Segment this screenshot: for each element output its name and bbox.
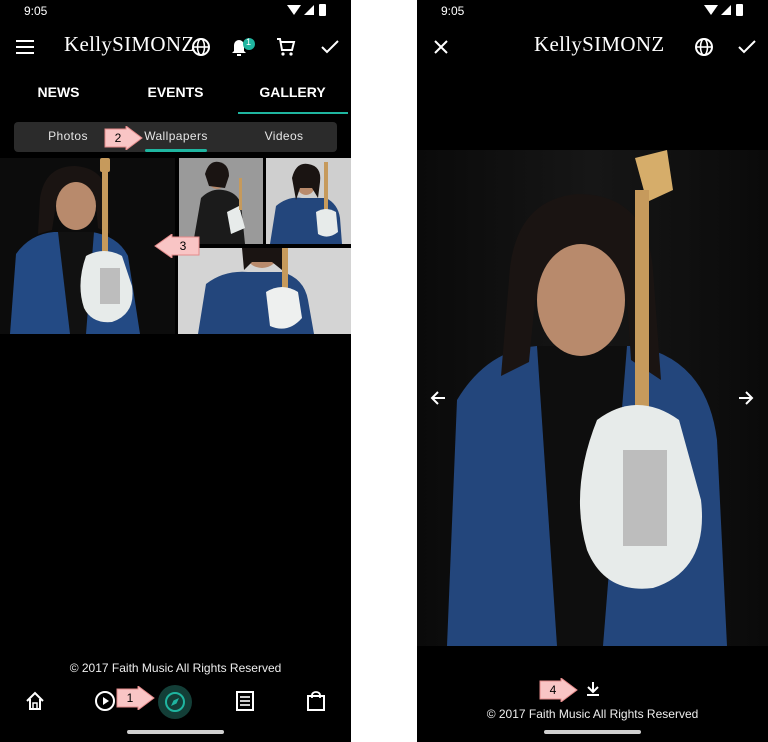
callout-3-number: 3 bbox=[179, 239, 187, 253]
wallpaper-thumbnail-large[interactable] bbox=[0, 158, 175, 334]
compass-icon[interactable] bbox=[158, 685, 192, 719]
callout-3: 3 bbox=[154, 233, 200, 259]
callout-4: 4 bbox=[539, 677, 579, 703]
tab-indicator bbox=[238, 112, 348, 114]
callout-1-number: 1 bbox=[126, 691, 134, 705]
brand-logo[interactable]: KellySIMONZ bbox=[64, 32, 194, 57]
status-time: 9:05 bbox=[24, 4, 48, 18]
main-tabs: NEWS EVENTS GALLERY bbox=[0, 72, 351, 116]
tab-events[interactable]: EVENTS bbox=[117, 84, 234, 100]
check-icon[interactable] bbox=[316, 33, 344, 61]
system-status-icons bbox=[287, 4, 326, 16]
callout-1: 1 bbox=[116, 685, 156, 711]
status-bar: 9:05 bbox=[0, 0, 351, 22]
copyright-text: © 2017 Faith Music All Rights Reserved bbox=[69, 661, 282, 675]
play-circle-icon[interactable] bbox=[91, 687, 119, 715]
viewer-app-bar: KellySIMONZ bbox=[417, 24, 768, 70]
wallpaper-preview-image bbox=[417, 150, 768, 646]
callout-4-number: 4 bbox=[549, 683, 557, 697]
globe-icon[interactable] bbox=[690, 33, 718, 61]
status-time: 9:05 bbox=[441, 4, 465, 18]
notification-bell-icon[interactable]: 1 bbox=[230, 33, 258, 61]
check-icon[interactable] bbox=[733, 33, 761, 61]
home-icon[interactable] bbox=[21, 687, 49, 715]
tab-news[interactable]: NEWS bbox=[0, 84, 117, 100]
app-bar: KellySIMONZ 1 bbox=[0, 24, 351, 70]
previous-arrow-icon[interactable] bbox=[424, 384, 452, 412]
brand-logo[interactable]: KellySIMONZ bbox=[534, 32, 664, 57]
gallery-subtabs: Photos Wallpapers Videos bbox=[14, 122, 337, 152]
home-indicator bbox=[544, 730, 641, 734]
tab-gallery[interactable]: GALLERY bbox=[234, 84, 351, 100]
close-icon[interactable] bbox=[427, 33, 455, 61]
wallpaper-thumbnail-2[interactable] bbox=[179, 158, 263, 244]
download-icon[interactable] bbox=[579, 675, 607, 703]
cart-icon[interactable] bbox=[272, 33, 300, 61]
callout-2: 2 bbox=[104, 125, 144, 151]
copyright-text: © 2017 Faith Music All Rights Reserved bbox=[486, 707, 699, 721]
wallpaper-thumbnail-3[interactable] bbox=[266, 158, 351, 244]
callout-2-number: 2 bbox=[114, 131, 122, 145]
home-indicator bbox=[127, 730, 224, 734]
system-status-icons bbox=[704, 4, 743, 16]
subtab-videos[interactable]: Videos bbox=[230, 129, 338, 143]
subtab-indicator bbox=[145, 149, 207, 152]
gallery-screen: 9:05 KellySIMONZ 1 NEWS EVENTS GALLERY P… bbox=[0, 0, 351, 742]
wallpaper-viewer-screen: 9:05 KellySIMONZ © 2017 Faith Music All … bbox=[417, 0, 768, 742]
shopping-bag-icon[interactable] bbox=[302, 687, 330, 715]
status-bar: 9:05 bbox=[417, 0, 768, 22]
notification-badge: 1 bbox=[246, 37, 252, 47]
globe-icon[interactable] bbox=[187, 33, 215, 61]
bottom-navigation bbox=[0, 682, 351, 722]
list-icon[interactable] bbox=[231, 687, 259, 715]
wallpaper-thumbnail-4[interactable] bbox=[178, 248, 351, 334]
next-arrow-icon[interactable] bbox=[732, 384, 760, 412]
menu-icon[interactable] bbox=[11, 33, 39, 61]
